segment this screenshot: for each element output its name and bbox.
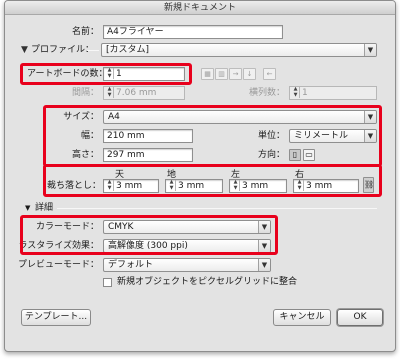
raster-effects-select[interactable]: 高解像度 (300 ppi) ▼ [103, 239, 271, 253]
artboard-count-value: 1 [116, 69, 122, 79]
name-input[interactable]: A4フライヤー [103, 25, 283, 39]
dropdown-arrow-icon: ▼ [364, 111, 376, 123]
spacing-input: ▲ ▼ 7.06 mm [103, 86, 185, 100]
landscape-icon[interactable]: ▭ [303, 149, 315, 161]
stepper-icon[interactable]: ▲ ▼ [296, 180, 304, 191]
width-input[interactable]: 210 mm [103, 129, 193, 143]
stepper-icon[interactable]: ▲ ▼ [106, 68, 114, 79]
bleed-left-input[interactable]: ▲ ▼ 3 mm [229, 179, 287, 193]
dropdown-arrow-icon: ▼ [258, 259, 270, 271]
profile-divider [87, 50, 99, 51]
arrange-by-row-icon[interactable]: → [229, 68, 242, 80]
spacing-value: 7.06 mm [116, 88, 157, 98]
size-label: サイズ： [63, 112, 99, 122]
dropdown-arrow-icon: ▼ [258, 221, 270, 233]
disclosure-triangle-icon[interactable]: ▼ [25, 201, 30, 215]
height-input[interactable]: 297 mm [103, 148, 193, 162]
new-document-dialog: 新規ドキュメント 名前： A4フライヤー ▼ プロファイル： [カスタム] ▼ … [4, 0, 396, 352]
units-label: 単位： [257, 131, 285, 141]
align-pixel-grid-checkbox[interactable] [103, 278, 112, 287]
raster-effects-value: 高解像度 (300 ppi) [108, 241, 188, 251]
align-pixel-grid-label: 新規オブジェクトをピクセルグリッドに整合 [117, 277, 298, 287]
grid-by-row-icon[interactable]: ▦ [201, 68, 214, 80]
ok-button[interactable]: OK [337, 309, 383, 326]
color-mode-label: カラーモード： [35, 222, 99, 232]
spacing-label: 間隔： [71, 88, 99, 98]
dropdown-arrow-icon: ▼ [364, 130, 376, 142]
units-select[interactable]: ミリメートル ▼ [289, 129, 377, 143]
orientation-label: 方向： [257, 150, 285, 160]
stepper-icon[interactable]: ▲ ▼ [168, 180, 176, 191]
templates-button[interactable]: テンプレート... [21, 309, 91, 326]
advanced-divider [57, 208, 377, 209]
bleed-bottom-input[interactable]: ▲ ▼ 3 mm [165, 179, 223, 193]
stepper-icon[interactable]: ▲ ▼ [106, 180, 114, 191]
stepper-icon: ▲ ▼ [292, 87, 300, 98]
columns-input: ▲ ▼ 1 [289, 86, 377, 100]
size-select[interactable]: A4 ▼ [103, 110, 377, 124]
dropdown-arrow-icon: ▼ [364, 44, 376, 56]
artboard-count-label: アートボードの数： [27, 69, 108, 79]
color-mode-select[interactable]: CMYK ▼ [103, 220, 271, 234]
bleed-top-input[interactable]: ▲ ▼ 3 mm [103, 179, 159, 193]
size-value: A4 [108, 112, 120, 122]
grid-by-column-icon[interactable]: ▥ [215, 68, 228, 80]
profile-label: プロファイル： [31, 45, 95, 55]
columns-label: 横列数： [248, 88, 285, 98]
stepper-icon[interactable]: ▲ ▼ [232, 180, 240, 191]
disclosure-triangle-icon[interactable]: ▼ [21, 43, 28, 57]
advanced-label: 詳細 [35, 203, 54, 213]
arrange-by-column-icon[interactable]: ↓ [243, 68, 256, 80]
raster-effects-label: ラスタライズ効果： [18, 241, 99, 251]
preview-mode-value: デフォルト [108, 260, 154, 270]
preview-mode-label: プレビューモード： [17, 260, 99, 270]
window-title: 新規ドキュメント [5, 1, 395, 15]
width-label: 幅： [80, 131, 99, 141]
color-mode-value: CMYK [108, 222, 134, 232]
preview-mode-select[interactable]: デフォルト ▼ [103, 258, 271, 272]
stepper-icon: ▲ ▼ [106, 87, 114, 98]
chain-link-icon[interactable]: ⛓ [363, 177, 374, 193]
artboard-count-input[interactable]: ▲ ▼ 1 [103, 67, 185, 81]
columns-value: 1 [302, 88, 308, 98]
profile-value: [カスタム] [106, 45, 150, 55]
name-label: 名前： [71, 27, 99, 37]
portrait-icon[interactable]: ▯ [289, 149, 301, 161]
dropdown-arrow-icon: ▼ [258, 240, 270, 252]
profile-select[interactable]: [カスタム] ▼ [101, 43, 377, 57]
units-value: ミリメートル [294, 131, 349, 141]
bleed-label: 裁ち落とし： [47, 181, 102, 191]
bleed-right-input[interactable]: ▲ ▼ 3 mm [293, 179, 359, 193]
cancel-button[interactable]: キャンセル [273, 309, 331, 326]
height-label: 高さ： [71, 150, 99, 160]
change-to-right-to-left-icon[interactable]: ← [263, 68, 276, 80]
